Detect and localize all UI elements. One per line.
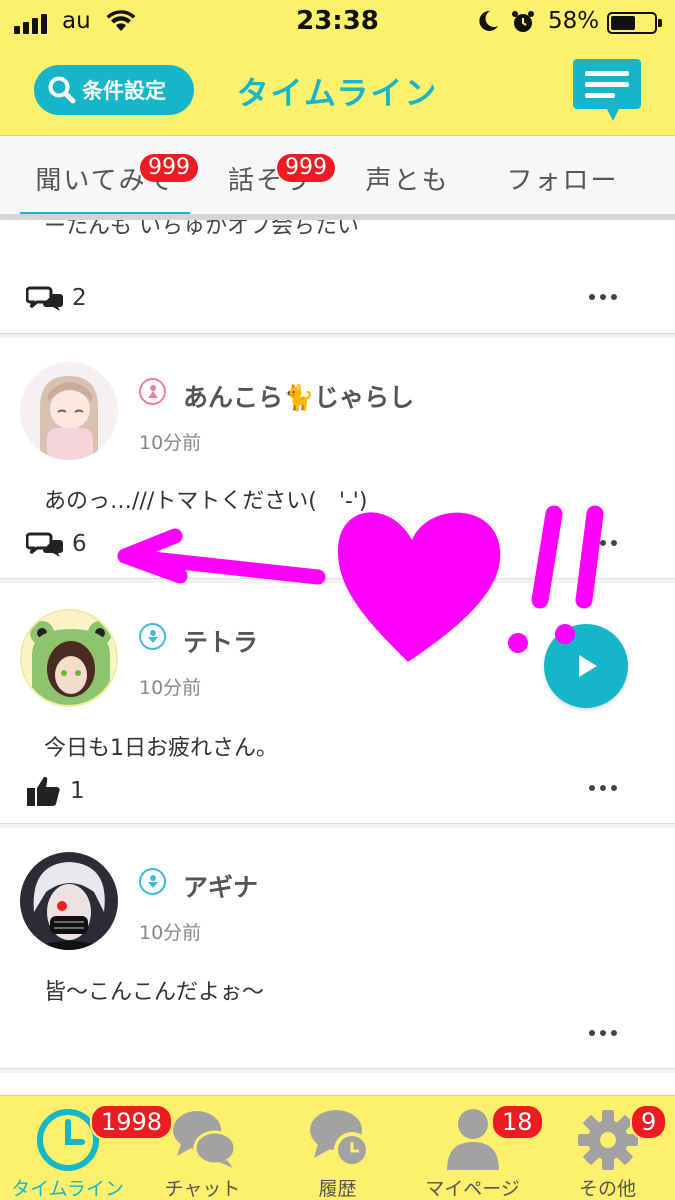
avatar[interactable] bbox=[20, 362, 118, 460]
user-name[interactable]: テトラ bbox=[183, 623, 258, 659]
post-time: 10分前 bbox=[139, 432, 202, 454]
thumbs-up-icon bbox=[27, 776, 60, 806]
search-icon bbox=[48, 76, 76, 104]
more-options-button[interactable] bbox=[589, 540, 617, 546]
like-count-value: 1 bbox=[70, 778, 85, 804]
filter-settings-button[interactable]: 条件設定 bbox=[34, 65, 194, 115]
more-options-button[interactable] bbox=[589, 1030, 617, 1036]
comment-count-value: 6 bbox=[72, 531, 87, 557]
page-title: タイムライン bbox=[236, 74, 439, 112]
female-voice-icon bbox=[139, 378, 166, 405]
tab-label: 声とも bbox=[365, 165, 450, 196]
play-icon bbox=[579, 655, 597, 677]
chat-bubbles-icon bbox=[172, 1111, 236, 1168]
comment-count[interactable]: 2 bbox=[26, 284, 87, 312]
nav-label: チャット bbox=[164, 1178, 241, 1200]
nav-timeline[interactable]: 1998 タイムライン bbox=[0, 1096, 174, 1200]
nav-label: マイページ bbox=[425, 1178, 520, 1200]
like-count[interactable]: 1 bbox=[26, 775, 85, 807]
nav-badge: 9 bbox=[630, 1104, 668, 1140]
nav-label: タイムライン bbox=[11, 1178, 124, 1200]
tab-voice-friends[interactable]: 声とも bbox=[345, 136, 470, 220]
male-voice-icon bbox=[139, 868, 166, 895]
play-voice-button[interactable] bbox=[544, 624, 628, 708]
alarm-icon bbox=[512, 11, 534, 32]
post-card[interactable] bbox=[0, 1073, 675, 1095]
tab-talk[interactable]: 話そう 999 bbox=[195, 136, 345, 220]
post-card[interactable]: あんこら🐈じゃらし 10分前 あのっ…///トマトください( '-') 6 bbox=[0, 338, 675, 579]
avatar[interactable] bbox=[20, 609, 118, 707]
more-options-button[interactable] bbox=[589, 785, 617, 791]
app-header: 条件設定 タイムライン bbox=[0, 44, 675, 136]
history-icon bbox=[309, 1110, 370, 1168]
comment-icon bbox=[26, 532, 63, 557]
nav-label: 履歴 bbox=[318, 1178, 357, 1200]
menu-icon[interactable] bbox=[573, 57, 641, 123]
nav-label: その他 bbox=[578, 1178, 636, 1200]
filter-settings-label: 条件設定 bbox=[82, 79, 166, 103]
tab-badge: 999 bbox=[140, 154, 198, 182]
comment-icon bbox=[26, 286, 63, 311]
post-text: ーたんも いちゅかオフ会ちたい bbox=[44, 220, 359, 239]
battery-icon bbox=[607, 12, 662, 34]
comment-count[interactable]: 6 bbox=[26, 530, 87, 558]
user-name[interactable]: あんこら🐈じゃらし bbox=[183, 378, 414, 414]
battery-percent: 58% bbox=[548, 8, 600, 34]
post-text: あのっ…///トマトください( '-') bbox=[44, 489, 368, 514]
nav-mypage[interactable]: 18 マイページ bbox=[405, 1096, 544, 1200]
post-time: 10分前 bbox=[139, 677, 202, 699]
nav-badge: 18 bbox=[491, 1104, 544, 1140]
comment-count-value: 2 bbox=[72, 285, 87, 311]
nav-other[interactable]: 9 その他 bbox=[540, 1096, 675, 1200]
status-bar: au 23:38 58% bbox=[0, 0, 675, 44]
nav-history[interactable]: 履歴 bbox=[270, 1096, 405, 1200]
more-options-button[interactable] bbox=[589, 294, 617, 300]
male-voice-icon bbox=[139, 623, 166, 650]
tab-follow[interactable]: フォロー bbox=[485, 136, 640, 220]
post-card[interactable]: ーたんも いちゅかオフ会ちたい 2 bbox=[0, 220, 675, 334]
tab-ask[interactable]: 聞いてみて 999 bbox=[20, 136, 198, 220]
post-text: 今日も1日お疲れさん。 bbox=[44, 736, 278, 761]
category-tabs: 聞いてみて 999 話そう 999 声とも フォロー bbox=[0, 136, 675, 220]
post-text: 皆〜こんこんだよぉ〜 bbox=[44, 980, 265, 1005]
nav-chat[interactable]: チャット bbox=[135, 1096, 270, 1200]
do-not-disturb-icon bbox=[479, 10, 498, 31]
post-time: 10分前 bbox=[139, 922, 202, 944]
tab-label: フォロー bbox=[506, 165, 619, 196]
tab-badge: 999 bbox=[277, 154, 335, 182]
user-name[interactable]: アギナ bbox=[183, 868, 258, 904]
bottom-navigation: 1998 タイムライン チャット 履歴 18 マイページ 9 その他 bbox=[0, 1095, 675, 1200]
post-card[interactable]: アギナ 10分前 皆〜こんこんだよぉ〜 bbox=[0, 828, 675, 1069]
avatar[interactable] bbox=[20, 852, 118, 950]
